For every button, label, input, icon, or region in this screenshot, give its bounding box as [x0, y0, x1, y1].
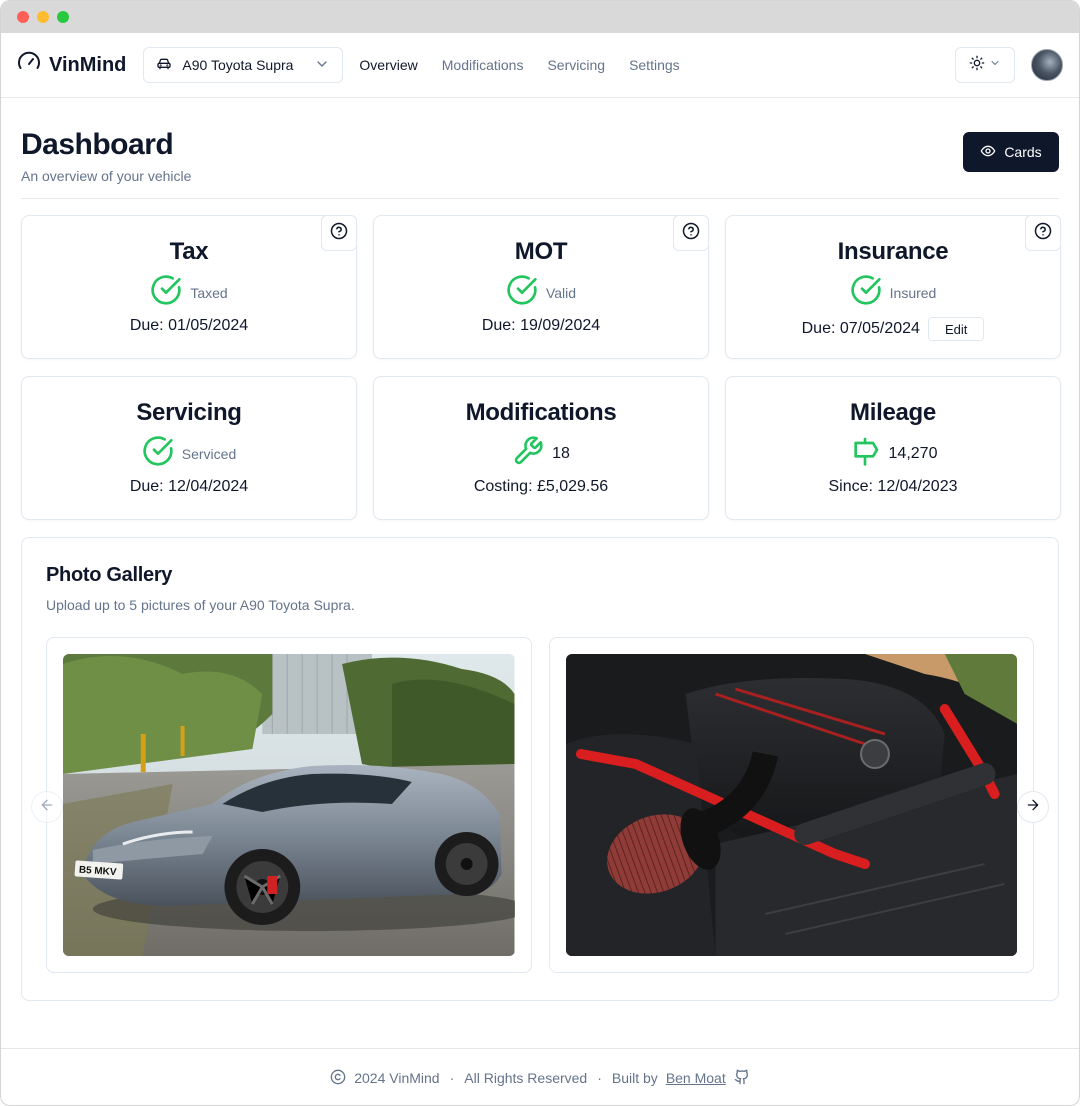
- mileage-title: Mileage: [850, 399, 936, 426]
- modifications-card: Modifications 18 Costing: £5,029.56: [373, 376, 709, 520]
- arrow-right-icon: [1025, 797, 1041, 818]
- arrow-left-icon: [39, 797, 55, 818]
- photo-gallery: Photo Gallery Upload up to 5 pictures of…: [21, 537, 1059, 1001]
- help-circle-icon: [1034, 222, 1052, 245]
- servicing-due-date: Due: 12/04/2024: [129, 478, 249, 495]
- vehicle-select-value: A90 Toyota Supra: [182, 57, 294, 73]
- minimize-window-button[interactable]: [37, 11, 49, 23]
- wrench-icon: [512, 435, 544, 472]
- status-cards-grid: Tax Taxed Due: 01/05/2024 MOT Valid Due:…: [21, 215, 1061, 520]
- mot-card: MOT Valid Due: 19/09/2024: [373, 215, 709, 359]
- gauge-icon: [17, 50, 41, 80]
- help-circle-icon: [682, 222, 700, 245]
- cards-button-label: Cards: [1004, 144, 1042, 160]
- chevron-down-icon: [989, 56, 1001, 74]
- check-circle-icon: [150, 274, 182, 311]
- check-circle-icon: [506, 274, 538, 311]
- nav-settings[interactable]: Settings: [629, 57, 680, 73]
- servicing-title: Servicing: [136, 399, 242, 426]
- signpost-icon: [849, 435, 881, 472]
- mileage-card: Mileage 14,270 Since: 12/04/2023: [725, 376, 1061, 520]
- gallery-subtitle: Upload up to 5 pictures of your A90 Toyo…: [46, 597, 355, 613]
- mot-title: MOT: [514, 238, 568, 265]
- gallery-title: Photo Gallery: [46, 564, 173, 586]
- tax-due-date: Due: 01/05/2024: [129, 317, 249, 334]
- sun-icon: [969, 55, 985, 76]
- gallery-prev-button[interactable]: [31, 791, 63, 823]
- gallery-photo-card[interactable]: [548, 637, 1034, 973]
- vehicle-select[interactable]: A90 Toyota Supra: [143, 47, 344, 83]
- eye-icon: [980, 143, 996, 162]
- car-icon: [156, 56, 172, 75]
- tax-status: Taxed: [190, 284, 228, 301]
- user-avatar[interactable]: [1031, 49, 1063, 81]
- page-subtitle: An overview of your vehicle: [21, 168, 192, 184]
- copyright-icon: [330, 1069, 346, 1088]
- tax-card: Tax Taxed Due: 01/05/2024: [21, 215, 357, 359]
- insurance-help-button[interactable]: [1025, 215, 1061, 251]
- insurance-due-date: Due: 07/05/2024: [801, 320, 920, 337]
- gallery-carousel: B5 MKV: [46, 637, 1034, 973]
- insurance-status: Insured: [889, 284, 937, 301]
- mileage-since: Since: 12/04/2023: [828, 478, 958, 495]
- window-titlebar: [1, 1, 1079, 33]
- footer-author-link[interactable]: Ben Moat: [666, 1070, 726, 1086]
- insurance-title: Insurance: [837, 238, 949, 265]
- nav-right: [955, 47, 1063, 83]
- modifications-count: 18: [552, 444, 570, 462]
- modifications-costing: Costing: £5,029.56: [473, 478, 609, 495]
- mileage-value: 14,270: [888, 444, 938, 462]
- tax-title: Tax: [169, 238, 209, 265]
- car-exterior-photo: B5 MKV: [63, 654, 515, 956]
- footer-built-by: Built by: [611, 1070, 658, 1086]
- mot-help-button[interactable]: [673, 215, 709, 251]
- nav-modifications[interactable]: Modifications: [442, 57, 524, 73]
- brand-logo[interactable]: VinMind: [17, 50, 126, 80]
- insurance-card: Insurance Insured Due: 07/05/2024 Edit: [725, 215, 1061, 359]
- footer-separator: ·: [449, 1070, 455, 1086]
- page-title: Dashboard: [21, 128, 174, 161]
- page-footer: 2024 VinMind · All Rights Reserved · Bui…: [1, 1048, 1079, 1105]
- help-circle-icon: [330, 222, 348, 245]
- chevron-down-icon: [314, 56, 330, 75]
- servicing-status: Serviced: [181, 445, 237, 462]
- main-content: Dashboard An overview of your vehicle Ca…: [1, 98, 1079, 1001]
- nav-overview[interactable]: Overview: [359, 57, 417, 73]
- mot-due-date: Due: 19/09/2024: [481, 317, 601, 334]
- footer-copyright: 2024 VinMind: [354, 1070, 440, 1086]
- check-circle-icon: [142, 435, 174, 472]
- theme-toggle-button[interactable]: [955, 47, 1015, 83]
- main-nav: Overview Modifications Servicing Setting…: [359, 57, 679, 73]
- insurance-edit-button[interactable]: Edit: [927, 317, 985, 341]
- insurance-detail-row: Due: 07/05/2024 Edit: [802, 317, 985, 341]
- top-navbar: VinMind A90 Toyota Supra Overview Modifi…: [1, 33, 1079, 98]
- brand-name: VinMind: [49, 53, 127, 76]
- maximize-window-button[interactable]: [57, 11, 69, 23]
- page-header: Dashboard An overview of your vehicle Ca…: [21, 98, 1059, 199]
- check-circle-icon: [850, 274, 882, 311]
- modifications-title: Modifications: [465, 399, 617, 426]
- footer-rights: All Rights Reserved: [464, 1070, 588, 1086]
- engine-bay-photo: [565, 654, 1017, 956]
- close-window-button[interactable]: [17, 11, 29, 23]
- github-icon[interactable]: [734, 1069, 750, 1088]
- mot-status: Valid: [545, 284, 577, 301]
- tax-help-button[interactable]: [321, 215, 357, 251]
- nav-servicing[interactable]: Servicing: [547, 57, 605, 73]
- gallery-photo-card[interactable]: B5 MKV: [46, 637, 532, 973]
- app-window: VinMind A90 Toyota Supra Overview Modifi…: [0, 0, 1080, 1106]
- gallery-next-button[interactable]: [1017, 791, 1049, 823]
- cards-view-button[interactable]: Cards: [963, 132, 1059, 172]
- footer-separator: ·: [597, 1070, 602, 1086]
- servicing-card: Servicing Serviced Due: 12/04/2024: [21, 376, 357, 520]
